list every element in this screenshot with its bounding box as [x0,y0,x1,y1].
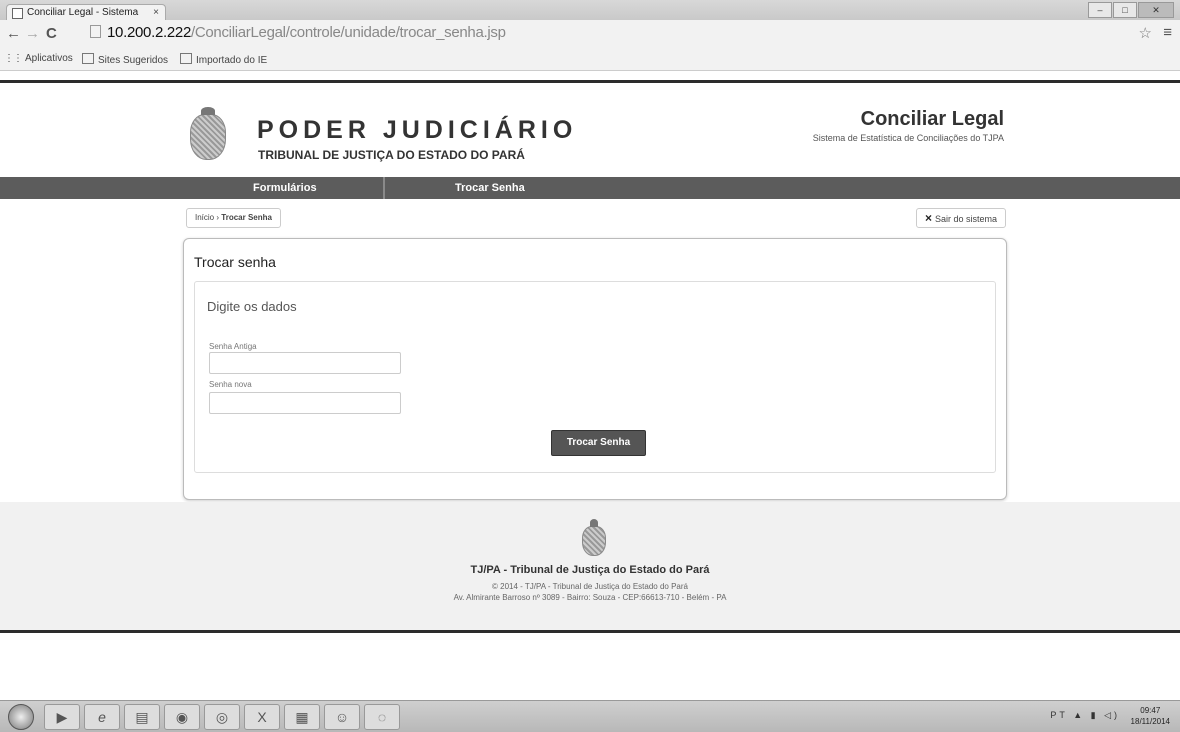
excel-icon[interactable]: X [244,704,280,730]
footer-title: TJ/PA - Tribunal de Justiça do Estado do… [470,564,710,576]
new-password-field[interactable] [209,392,401,414]
main-nav: Formulários Trocar Senha [0,177,1180,199]
address-bar: ← → C 10.200.2.222/ConciliarLegal/contro… [0,20,1180,48]
url-host: 10.200.2.222 [107,24,191,41]
bottom-rule [0,630,1180,633]
close-icon: × [924,211,932,225]
breadcrumb: Início › Trocar Senha [186,208,281,228]
breadcrumb-current: Trocar Senha [221,213,272,222]
nav-divider [383,177,385,199]
fieldset-legend: Digite os dados [207,299,297,314]
file-explorer-icon[interactable]: ▤ [124,704,160,730]
old-password-field[interactable] [209,352,401,374]
sites-icon [82,53,94,64]
start-button[interactable] [8,704,34,730]
forward-icon[interactable]: → [25,25,40,43]
org-subtitle: TRIBUNAL DE JUSTIÇA DO ESTADO DO PARÁ [258,148,525,162]
page-icon [90,25,101,38]
password-fieldset: Digite os dados Senha Antiga Senha nova … [194,281,996,473]
nav-item-trocar-senha[interactable]: Trocar Senha [455,177,525,199]
bookmark-label: Aplicativos [25,53,73,64]
clock-time: 09:47 [1140,706,1161,715]
footer-copyright: © 2014 - TJ/PA - Tribunal de Justiça do … [492,582,688,591]
internet-explorer-icon[interactable]: e [84,704,120,730]
change-password-button[interactable]: Trocar Senha [551,430,646,456]
browser-tab[interactable]: Conciliar Legal - Sistema × [6,4,166,20]
reload-icon[interactable]: C [46,25,57,43]
logout-button[interactable]: × Sair do sistema [915,208,1006,228]
app-subtitle: Sistema de Estatística de Conciliações d… [812,133,1004,143]
bookmarks-bar: ⋮⋮ Aplicativos Sites Sugeridos Importado … [0,48,1180,71]
apps-grid-icon: ⋮⋮ [4,53,23,64]
page-footer: TJ/PA - Tribunal de Justiça do Estado do… [0,502,1180,632]
tab-close-icon[interactable]: × [153,5,159,21]
powerpoint-icon[interactable]: ▦ [284,704,320,730]
clock-date: 18/11/2014 [1130,717,1170,726]
top-rule [0,80,1180,83]
bookmark-star-icon[interactable]: ☆ [1139,24,1152,42]
bookmark-label: Importado do IE [196,55,268,66]
taskbar-clock[interactable]: 09:47 18/11/2014 [1131,705,1170,727]
web-page: PODER JUDICIÁRIO TRIBUNAL DE JUSTIÇA DO … [0,74,1180,634]
maximize-icon[interactable]: □ [1113,2,1137,18]
folder-icon [180,53,192,64]
logout-label: Sair do sistema [934,214,997,224]
minimize-icon[interactable]: – [1088,2,1112,18]
bookmark-suggested-sites[interactable]: Sites Sugeridos [82,53,168,66]
coat-of-arms-icon [190,107,226,160]
tray-language: PT [1050,710,1068,720]
new-password-label: Senha nova [209,380,252,389]
favicon-icon [12,8,23,19]
bookmark-imported-ie[interactable]: Importado do IE [180,53,267,66]
change-password-panel: Trocar senha Digite os dados Senha Antig… [183,238,1007,500]
breadcrumb-home[interactable]: Início [195,213,214,222]
bookmark-label: Sites Sugeridos [98,55,169,66]
media-player-icon[interactable]: ▶ [44,704,80,730]
nav-item-formularios[interactable]: Formulários [253,177,317,199]
org-title: PODER JUDICIÁRIO [257,116,578,144]
url-path: /ConciliarLegal/controle/unidade/trocar_… [190,24,506,41]
chrome-icon[interactable]: ◎ [204,704,240,730]
breadcrumb-separator: › [216,213,220,222]
panel-title: Trocar senha [194,254,276,270]
old-password-label: Senha Antiga [209,342,257,351]
browser-tab-strip: Conciliar Legal - Sistema × – □ ✕ [0,0,1180,20]
back-icon[interactable]: ← [6,25,21,43]
footer-address: Av. Almirante Barroso nº 3089 - Bairro: … [453,593,727,602]
window-controls: – □ ✕ [1087,2,1174,18]
windows-taskbar: ▶ e ▤ ◉ ◎ X ▦ ☺ ◌ PT ▲ ▮ ◁) 09:47 18/11/… [0,700,1180,732]
app-title: Conciliar Legal [860,108,1004,130]
talk-icon[interactable]: ☺ [324,704,360,730]
firefox-icon[interactable]: ◉ [164,704,200,730]
footer-coat-of-arms-icon [582,519,606,556]
browser-menu-icon[interactable]: ≡ [1163,24,1172,41]
window-close-icon[interactable]: ✕ [1138,2,1174,18]
app-icon[interactable]: ◌ [364,704,400,730]
url-field[interactable]: 10.200.2.222/ConciliarLegal/controle/uni… [90,24,506,41]
system-tray[interactable]: PT ▲ ▮ ◁) [1050,710,1120,721]
tab-title: Conciliar Legal - Sistema [27,7,139,18]
bookmark-apps[interactable]: ⋮⋮ Aplicativos [4,53,73,64]
